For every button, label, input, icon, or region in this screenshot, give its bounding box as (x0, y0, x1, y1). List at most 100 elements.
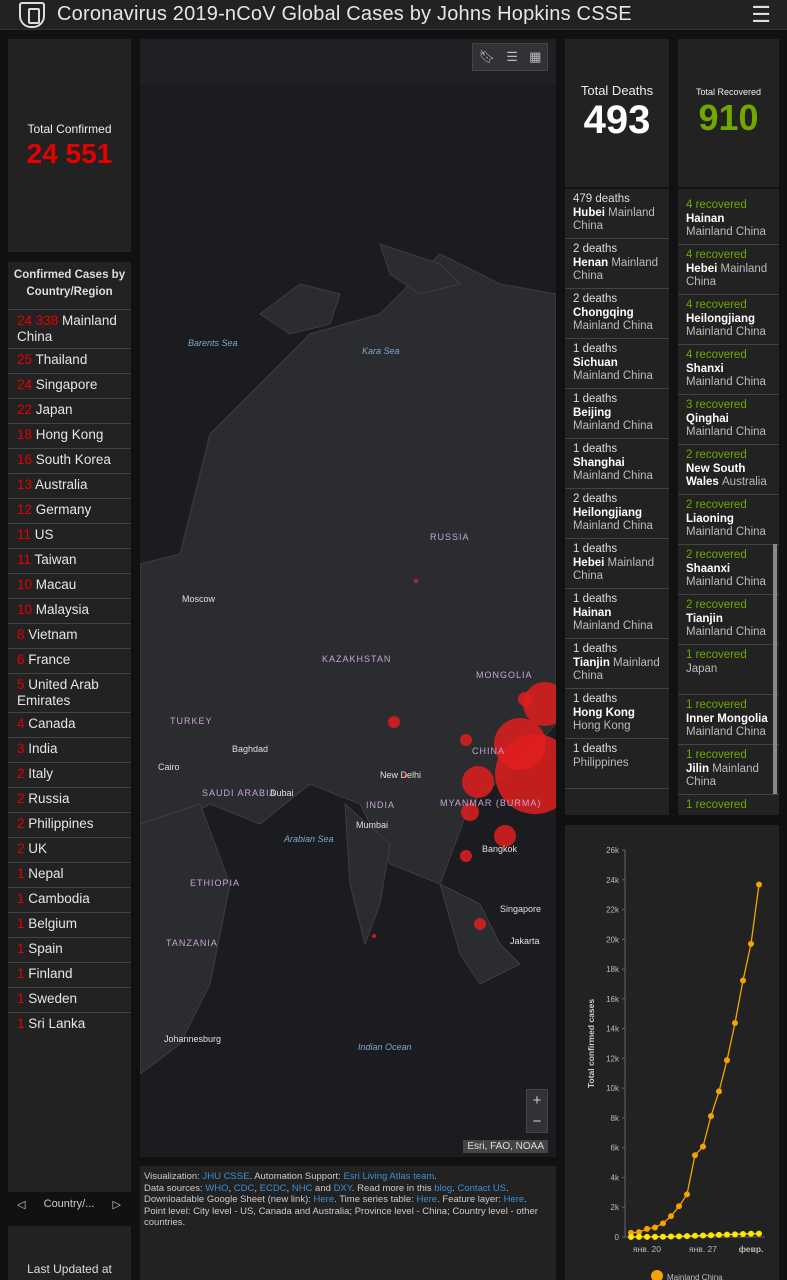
confirmed-cases-chart-panel: 0 2k 4k 6k 8k 10k 12k 14k 16k 18k 20k 22k 24k 26k янв.… (565, 825, 779, 1280)
nhc-link[interactable]: NHC (292, 1183, 313, 1194)
ecdc-link[interactable]: ECDC (260, 1183, 287, 1194)
dxy-link[interactable]: DXY (334, 1183, 352, 1194)
country-row[interactable]: 2 Italy (8, 762, 131, 787)
map-canvas[interactable]: Barents Sea Kara Sea RUSSIA Moscow KAZAKHSTA… (140, 84, 556, 1157)
death-row[interactable]: 2 deaths Heilongjiang Mainland China (565, 489, 669, 539)
death-row[interactable]: 1 deaths Shanghai Mainland China (565, 439, 669, 489)
death-row[interactable]: 1 deaths Hebei Mainland China (565, 539, 669, 589)
country-row[interactable]: 2 Russia (8, 787, 131, 812)
death-row[interactable]: 1 deaths Hainan Mainland China (565, 589, 669, 639)
country-row[interactable]: 18 Hong Kong (8, 423, 131, 448)
country-row[interactable]: 2 UK (8, 837, 131, 862)
case-bubble[interactable] (414, 579, 418, 583)
country-row[interactable]: 6 France (8, 648, 131, 673)
death-country: Philippines (573, 756, 629, 769)
death-province: Heilongjiang (573, 506, 642, 519)
recovered-row[interactable]: 1 recovered (678, 795, 779, 815)
cdc-link[interactable]: CDC (234, 1183, 255, 1194)
recovered-row[interactable]: 2 recovered Liaoning Mainland China (678, 495, 779, 545)
recovered-row[interactable]: 2 recovered Tianjin Mainland China (678, 595, 779, 645)
basemap-gallery-icon[interactable]: ▦ (529, 49, 541, 65)
country-row[interactable]: 1 Nepal (8, 862, 131, 887)
contact-link[interactable]: Contact US (458, 1183, 507, 1194)
country-name: Hong Kong (32, 427, 104, 442)
country-row[interactable]: 4 Canada (8, 712, 131, 737)
country-row[interactable]: 24 Singapore (8, 373, 131, 398)
country-row[interactable]: 13 Australia (8, 473, 131, 498)
country-row[interactable]: 5 United Arab Emirates (8, 673, 131, 712)
recovered-location: Jilin Mainland China (686, 763, 771, 790)
death-row[interactable]: 479 deaths Hubei Mainland China (565, 189, 669, 239)
blog-link[interactable]: blog (434, 1183, 452, 1194)
recovered-row[interactable]: 1 recovered Jilin Mainland China (678, 745, 779, 795)
death-row[interactable]: 1 deaths Beijing Mainland China (565, 389, 669, 439)
pager-prev-icon[interactable]: ◁ (17, 1198, 25, 1211)
recovered-row[interactable]: 3 recovered Qinghai Mainland China (678, 395, 779, 445)
recovered-row[interactable]: 4 recovered Shanxi Mainland China (678, 345, 779, 395)
recovered-row[interactable]: 1 recovered Inner Mongolia Mainland China (678, 695, 779, 745)
recovered-row[interactable]: 4 recovered Hainan Mainland China (678, 195, 779, 245)
case-bubble[interactable] (372, 934, 376, 938)
case-bubble[interactable] (474, 918, 486, 930)
country-row[interactable]: 2 Philippines (8, 812, 131, 837)
time-series-link[interactable]: Here (416, 1194, 437, 1205)
page-title: Coronavirus 2019-nCoV Global Cases by Jo… (57, 3, 632, 25)
recovered-row[interactable]: 4 recovered Hebei Mainland China (678, 245, 779, 295)
feature-layer-link[interactable]: Here (504, 1194, 525, 1205)
death-row[interactable]: 1 deaths Hong Kong Hong Kong (565, 689, 669, 739)
country-row[interactable]: 25 Thailand (8, 348, 131, 373)
sheet-link[interactable]: Here (314, 1194, 335, 1205)
country-row[interactable]: 16 South Korea (8, 448, 131, 473)
map-label: Indian Ocean (358, 1042, 412, 1052)
cases-map[interactable]: 🔖︎ ☰ ▦ Barents Sea Kara Sea RUSSIA Moscow KA… (140, 39, 556, 1157)
recovered-row[interactable]: 4 recovered Heilongjiang Mainland China (678, 295, 779, 345)
case-bubble[interactable] (462, 766, 494, 798)
hamburger-menu-icon[interactable]: ☰ (751, 2, 771, 28)
country-row[interactable]: 1 Cambodia (8, 887, 131, 912)
country-row[interactable]: 22 Japan (8, 398, 131, 423)
pager-label[interactable]: Country/... (44, 1198, 95, 1210)
country-row[interactable]: 11 US (8, 523, 131, 548)
country-row[interactable]: 1 Sweden (8, 987, 131, 1012)
country-row[interactable]: 12 Germany (8, 498, 131, 523)
recovered-scrollbar[interactable] (773, 544, 777, 794)
bookmark-icon[interactable]: 🔖︎ (479, 49, 496, 65)
country-row[interactable]: 24 338 Mainland China (8, 309, 131, 348)
recovered-row[interactable]: 2 recovered New South Wales Australia (678, 445, 779, 495)
map-label: MONGOLIA (476, 670, 533, 680)
death-row[interactable]: 1 deaths Tianjin Mainland China (565, 639, 669, 689)
recovered-row[interactable]: 1 recovered Japan (678, 645, 779, 695)
country-row[interactable]: 1 Spain (8, 937, 131, 962)
case-bubble[interactable] (460, 850, 472, 862)
zoom-out-button[interactable]: − (527, 1111, 547, 1132)
country-row[interactable]: 1 Belgium (8, 912, 131, 937)
recovered-count: 2 recovered (686, 599, 747, 611)
recovered-row[interactable]: 2 recovered Shaanxi Mainland China (678, 545, 779, 595)
country-row[interactable]: 10 Macau (8, 573, 131, 598)
recovered-province: Tianjin (686, 612, 723, 625)
death-row[interactable]: 2 deaths Henan Mainland China (565, 239, 669, 289)
case-bubble[interactable] (388, 716, 400, 728)
zoom-in-button[interactable]: + (527, 1090, 547, 1111)
case-bubble[interactable] (494, 718, 546, 770)
pager-next-icon[interactable]: ▷ (113, 1198, 121, 1211)
country-row[interactable]: 11 Taiwan (8, 548, 131, 573)
country-row[interactable]: 1 Sri Lanka (8, 1012, 131, 1037)
legend-list-icon[interactable]: ☰ (506, 49, 518, 65)
esri-link[interactable]: Esri Living Atlas team (343, 1171, 434, 1182)
who-link[interactable]: WHO (205, 1183, 228, 1194)
country-count: 4 (17, 716, 25, 731)
death-count: 1 deaths (573, 393, 618, 405)
death-row[interactable]: 1 deaths Philippines (565, 739, 669, 789)
case-bubble[interactable] (460, 734, 472, 746)
country-row[interactable]: 3 India (8, 737, 131, 762)
country-count: 8 (17, 627, 25, 642)
country-row[interactable]: 8 Vietnam (8, 623, 131, 648)
case-bubble[interactable] (518, 692, 532, 706)
jhu-link[interactable]: JHU CSSE (202, 1171, 249, 1182)
country-row[interactable]: 10 Malaysia (8, 598, 131, 623)
other-point (684, 1233, 690, 1240)
death-row[interactable]: 2 deaths Chongqing Mainland China (565, 289, 669, 339)
death-row[interactable]: 1 deaths Sichuan Mainland China (565, 339, 669, 389)
country-row[interactable]: 1 Finland (8, 962, 131, 987)
